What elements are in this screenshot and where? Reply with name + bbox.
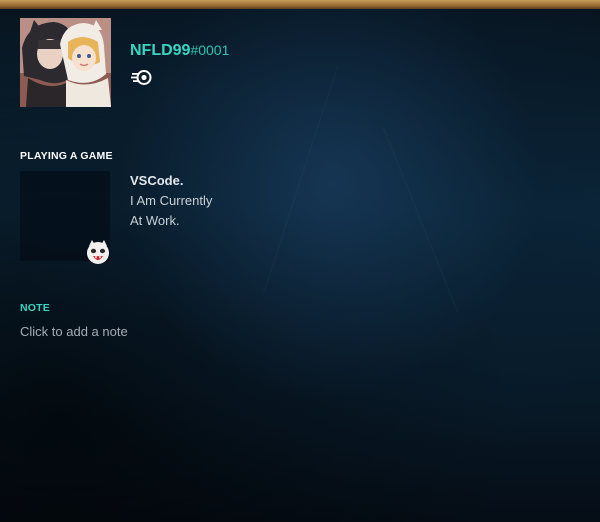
note-input[interactable] — [20, 324, 220, 339]
nitro-icon[interactable] — [131, 69, 153, 86]
game-details-line-2: At Work. — [130, 213, 180, 228]
avatar[interactable] — [20, 18, 111, 107]
activity-section-label: PLAYING A GAME — [20, 150, 113, 162]
game-details-line-1: I Am Currently — [130, 193, 213, 208]
background-texture — [262, 65, 339, 295]
discriminator: #0001 — [190, 42, 230, 58]
avatar-image — [20, 18, 111, 107]
note-section-label: NOTE — [20, 302, 50, 314]
game-name: VSCode. — [130, 173, 184, 188]
username-tag: NFLD99#0001 — [130, 42, 229, 60]
window-top-border — [0, 0, 600, 9]
username: NFLD99 — [130, 42, 191, 59]
game-small-icon — [84, 238, 112, 266]
background-texture — [382, 127, 459, 313]
